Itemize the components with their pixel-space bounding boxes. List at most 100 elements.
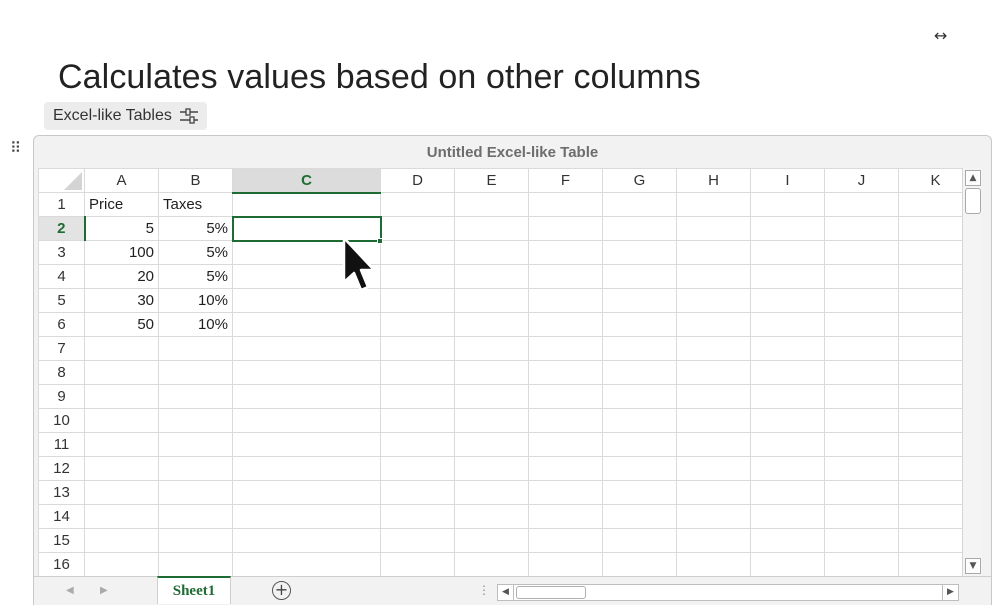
- cell-c6[interactable]: [232, 312, 381, 337]
- cell-a12[interactable]: [84, 456, 159, 481]
- cell-a4[interactable]: 20: [84, 264, 159, 289]
- cell-i2[interactable]: [750, 216, 825, 241]
- cell-j4[interactable]: [824, 264, 899, 289]
- cell-i1[interactable]: [750, 192, 825, 217]
- cell-d9[interactable]: [380, 384, 455, 409]
- cell-c9[interactable]: [232, 384, 381, 409]
- cell-j14[interactable]: [824, 504, 899, 529]
- cell-e11[interactable]: [454, 432, 529, 457]
- cell-b5[interactable]: 10%: [158, 288, 233, 313]
- cell-g6[interactable]: [602, 312, 677, 337]
- cell-c15[interactable]: [232, 528, 381, 553]
- cell-i4[interactable]: [750, 264, 825, 289]
- tag-chip[interactable]: Excel-like Tables: [44, 102, 207, 130]
- cell-f1[interactable]: [528, 192, 603, 217]
- cell-b1[interactable]: Taxes: [158, 192, 233, 217]
- cell-b4[interactable]: 5%: [158, 264, 233, 289]
- cell-h7[interactable]: [676, 336, 751, 361]
- cell-e10[interactable]: [454, 408, 529, 433]
- cell-h16[interactable]: [676, 552, 751, 577]
- fill-handle[interactable]: [377, 238, 383, 244]
- cell-i3[interactable]: [750, 240, 825, 265]
- cell-i15[interactable]: [750, 528, 825, 553]
- cell-g1[interactable]: [602, 192, 677, 217]
- cell-e7[interactable]: [454, 336, 529, 361]
- sheet-tab-sheet1[interactable]: Sheet1: [157, 576, 231, 604]
- cell-h8[interactable]: [676, 360, 751, 385]
- column-header-c[interactable]: C: [232, 168, 381, 194]
- row-header[interactable]: 2: [38, 216, 86, 241]
- row-header[interactable]: 11: [38, 432, 85, 457]
- scroll-up-icon[interactable]: ▲: [965, 170, 981, 186]
- cell-j7[interactable]: [824, 336, 899, 361]
- cell-i7[interactable]: [750, 336, 825, 361]
- cell-h13[interactable]: [676, 480, 751, 505]
- column-header-f[interactable]: F: [528, 168, 603, 193]
- cell-d1[interactable]: [380, 192, 455, 217]
- cell-f3[interactable]: [528, 240, 603, 265]
- row-header[interactable]: 5: [38, 288, 85, 313]
- cell-h12[interactable]: [676, 456, 751, 481]
- cell-b12[interactable]: [158, 456, 233, 481]
- cell-e13[interactable]: [454, 480, 529, 505]
- cell-b10[interactable]: [158, 408, 233, 433]
- cell-a14[interactable]: [84, 504, 159, 529]
- expand-width-icon[interactable]: ↔: [934, 26, 947, 45]
- cell-c5[interactable]: [232, 288, 381, 313]
- cell-b9[interactable]: [158, 384, 233, 409]
- cell-j11[interactable]: [824, 432, 899, 457]
- cell-f13[interactable]: [528, 480, 603, 505]
- cell-j16[interactable]: [824, 552, 899, 577]
- cell-e14[interactable]: [454, 504, 529, 529]
- cell-a11[interactable]: [84, 432, 159, 457]
- cell-d7[interactable]: [380, 336, 455, 361]
- column-header-j[interactable]: J: [824, 168, 899, 193]
- cell-c4[interactable]: [232, 264, 381, 289]
- horizontal-scroll-thumb[interactable]: [516, 586, 586, 599]
- cell-i11[interactable]: [750, 432, 825, 457]
- cell-i10[interactable]: [750, 408, 825, 433]
- cell-c2[interactable]: [232, 216, 381, 241]
- column-header-b[interactable]: B: [158, 168, 233, 193]
- row-header[interactable]: 12: [38, 456, 85, 481]
- cell-g16[interactable]: [602, 552, 677, 577]
- cell-g14[interactable]: [602, 504, 677, 529]
- cell-h4[interactable]: [676, 264, 751, 289]
- cell-f15[interactable]: [528, 528, 603, 553]
- cell-h11[interactable]: [676, 432, 751, 457]
- cell-c3[interactable]: [232, 240, 381, 265]
- cell-e15[interactable]: [454, 528, 529, 553]
- column-header-h[interactable]: H: [676, 168, 751, 193]
- cell-a1[interactable]: Price: [84, 192, 159, 217]
- add-sheet-icon[interactable]: +: [272, 581, 291, 600]
- row-header[interactable]: 15: [38, 528, 85, 553]
- cell-f6[interactable]: [528, 312, 603, 337]
- cell-f12[interactable]: [528, 456, 603, 481]
- cell-d16[interactable]: [380, 552, 455, 577]
- cell-e2[interactable]: [454, 216, 529, 241]
- cell-a3[interactable]: 100: [84, 240, 159, 265]
- scroll-right-icon[interactable]: ▶: [942, 585, 958, 600]
- cell-c1[interactable]: [232, 192, 381, 217]
- cell-d10[interactable]: [380, 408, 455, 433]
- vertical-scrollbar[interactable]: ▲ ▼: [962, 168, 982, 577]
- cell-c13[interactable]: [232, 480, 381, 505]
- cell-h5[interactable]: [676, 288, 751, 313]
- cell-c11[interactable]: [232, 432, 381, 457]
- prev-sheet-icon[interactable]: ◀: [66, 585, 74, 596]
- cell-e9[interactable]: [454, 384, 529, 409]
- cell-j6[interactable]: [824, 312, 899, 337]
- cell-j13[interactable]: [824, 480, 899, 505]
- cell-e6[interactable]: [454, 312, 529, 337]
- cell-a7[interactable]: [84, 336, 159, 361]
- row-header[interactable]: 3: [38, 240, 85, 265]
- cell-b6[interactable]: 10%: [158, 312, 233, 337]
- cell-c12[interactable]: [232, 456, 381, 481]
- cell-a5[interactable]: 30: [84, 288, 159, 313]
- cell-d6[interactable]: [380, 312, 455, 337]
- cell-e16[interactable]: [454, 552, 529, 577]
- cell-i5[interactable]: [750, 288, 825, 313]
- cell-a2[interactable]: 5: [84, 216, 159, 241]
- cell-h3[interactable]: [676, 240, 751, 265]
- cell-e4[interactable]: [454, 264, 529, 289]
